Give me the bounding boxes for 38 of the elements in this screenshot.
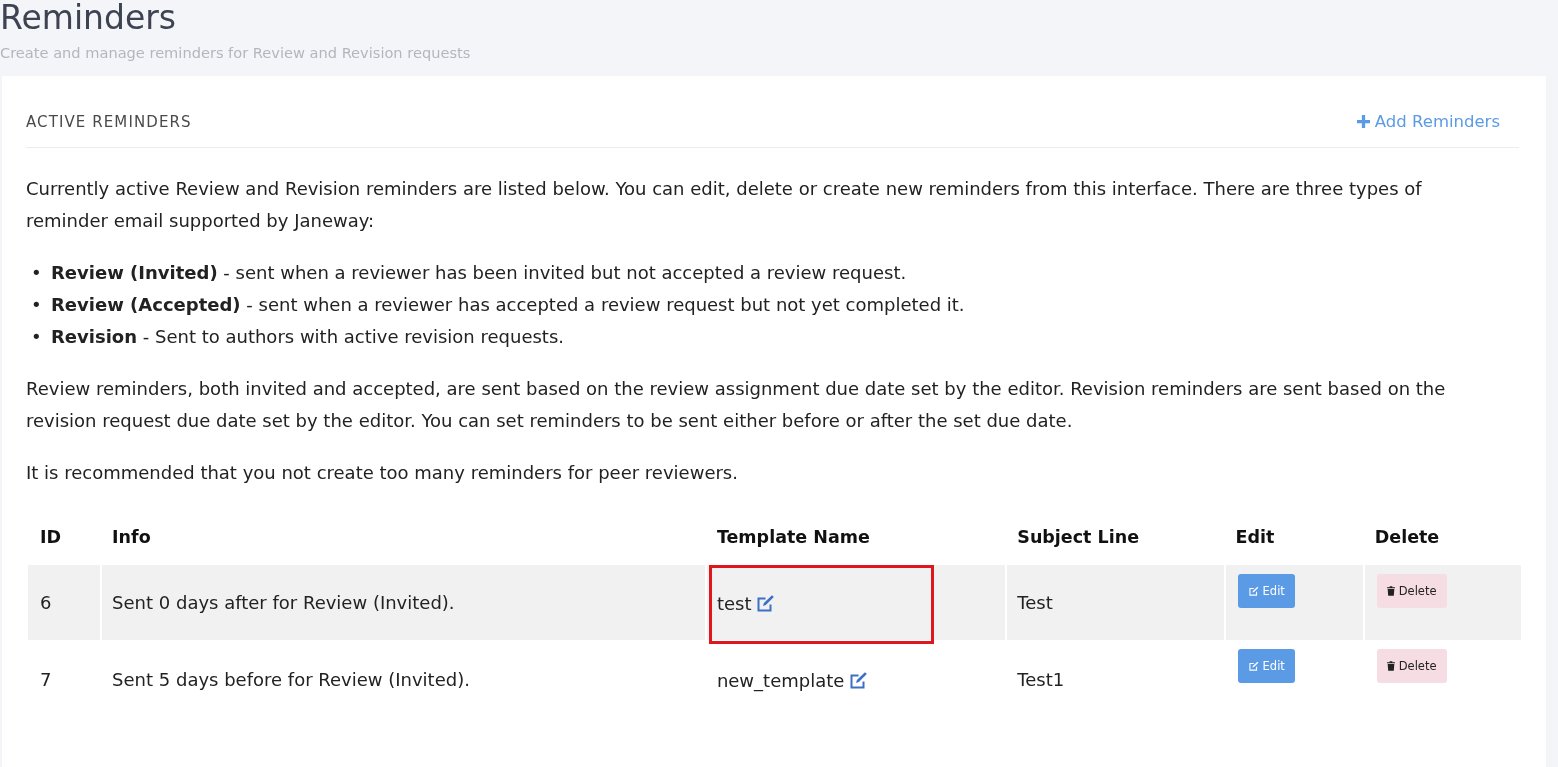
bullet: • [30, 293, 43, 317]
note-paragraph: It is recommended that you not create too many reminders for peer reviewers. [26, 461, 739, 485]
delete-button[interactable]: Delete [1376, 649, 1447, 683]
column-header: ID [39, 526, 63, 549]
template-name: new_template [716, 669, 845, 691]
column-header: Info [111, 526, 152, 549]
template-name: test [716, 592, 752, 614]
table-cell: Sent 0 days after for Review (Invited). [100, 565, 705, 640]
edit-icon[interactable] [755, 594, 776, 613]
note-paragraph: Review reminders, both invited and accepted, are sent based on the review assignment due date set by the editor. Revision reminders are sent based on the revision request due date set by the editor. You can set reminders to be sent either before or after the set due date. [26, 377, 1447, 433]
bullet: • [30, 325, 43, 349]
edit-button[interactable]: Edit [1237, 574, 1295, 608]
edit-icon[interactable] [848, 671, 869, 690]
table-cell: Test1 [1005, 640, 1224, 719]
table-cell: Sent 5 days before for Review (Invited). [100, 640, 705, 719]
column-header: Edit [1234, 526, 1276, 549]
bullet: • [30, 261, 43, 285]
edit-icon [1247, 586, 1259, 596]
edit-icon [1247, 661, 1259, 671]
section-title: ACTIVE REMINDERS [26, 112, 192, 131]
trash-icon [1386, 661, 1395, 671]
edit-button[interactable]: Edit [1237, 649, 1295, 683]
reminder-type-item: Review (Accepted) - sent when a reviewer has accepted a review request but not yet completed it. [51, 293, 965, 317]
table-cell-text: 7 [39, 668, 53, 692]
intro-paragraph: Currently active Review and Revision reminders are listed below. You can edit, delete or create new reminders from this interface. There are three types of reminder email supported by Janeway: [26, 177, 1423, 233]
page-subtitle: Create and manage reminders for Review and Revision requests [0, 43, 472, 63]
column-header: Delete [1373, 526, 1441, 549]
delete-button[interactable]: Delete [1376, 574, 1447, 608]
page-title: Reminders [0, 0, 177, 36]
table-cell: 6 [28, 565, 101, 640]
column-header: Template Name [715, 526, 871, 549]
trash-icon [1386, 586, 1395, 596]
plus-icon [1356, 115, 1370, 128]
table-cell: Test [1005, 565, 1224, 640]
add-reminders-link[interactable]: Add Reminders [1356, 112, 1500, 131]
reminder-type-item: Review (Invited) - sent when a reviewer has been invited but not accepted a review request. [51, 261, 907, 285]
column-header: Subject Line [1016, 526, 1141, 549]
reminder-type-item: Revision - Sent to authors with active revision requests. [51, 325, 564, 349]
